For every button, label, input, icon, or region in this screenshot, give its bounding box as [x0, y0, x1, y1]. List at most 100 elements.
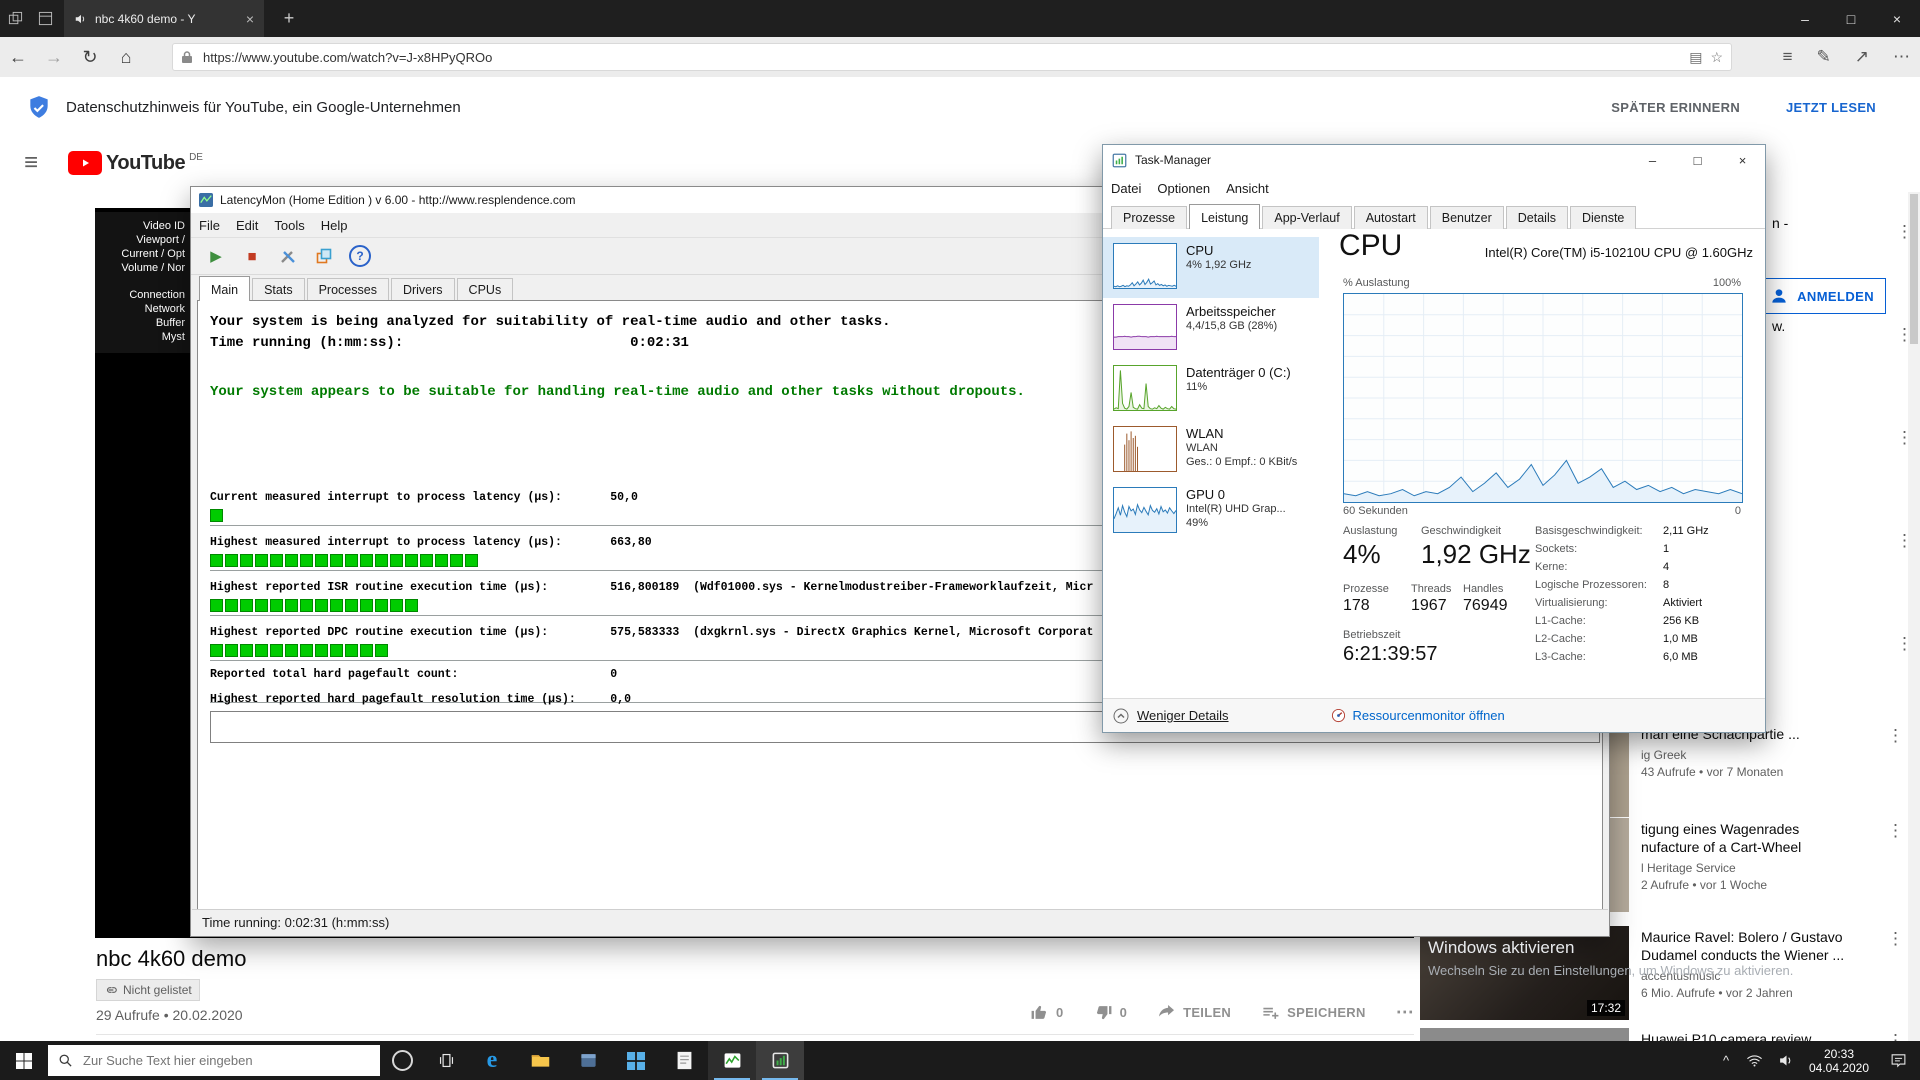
kebab-menu-icon[interactable]: ⋮ [1887, 929, 1904, 949]
youtube-region-label: DE [189, 152, 203, 163]
windows-layers-button[interactable] [311, 243, 337, 269]
latencymon-tab-cpus[interactable]: CPUs [457, 278, 514, 301]
kebab-menu-icon[interactable]: ⋮ [1896, 428, 1913, 448]
latencymon-tab-stats[interactable]: Stats [252, 278, 305, 301]
taskbar-app-app-doc[interactable] [660, 1041, 708, 1080]
latencymon-tab-drivers[interactable]: Drivers [391, 278, 455, 301]
task-manager-tab-leistung[interactable]: Leistung [1189, 204, 1260, 229]
video-thumbnail[interactable]: 17:32 [1420, 926, 1629, 1020]
refresh-icon[interactable]: ↻ [72, 47, 108, 68]
favorite-star-icon[interactable]: ☆ [1710, 49, 1723, 66]
performance-item-cpu[interactable]: CPU4% 1,92 GHz [1103, 237, 1319, 298]
new-tab-button[interactable]: + [272, 0, 306, 37]
task-manager-window[interactable]: Task-Manager – □ × DateiOptionenAnsicht … [1102, 144, 1766, 733]
tools-button[interactable] [275, 243, 301, 269]
task-view-button[interactable] [424, 1041, 468, 1080]
maximize-button[interactable]: □ [1675, 145, 1720, 175]
hamburger-menu-icon[interactable]: ≡ [24, 149, 38, 177]
kebab-menu-icon[interactable]: ⋮ [1896, 531, 1913, 551]
share-page-icon[interactable]: ↗ [1855, 47, 1869, 67]
kebab-menu-icon[interactable]: ⋮ [1896, 634, 1913, 654]
taskbar-app-task-manager[interactable] [756, 1041, 804, 1080]
forward-icon[interactable]: → [36, 47, 72, 68]
counter-value: 1967 [1411, 597, 1463, 615]
latencymon-tab-processes[interactable]: Processes [307, 278, 389, 301]
more-menu-icon[interactable]: ⋯ [1893, 47, 1910, 67]
taskbar-app-edge[interactable]: e [468, 1041, 516, 1080]
volume-icon[interactable] [1770, 1052, 1802, 1069]
kebab-menu-icon[interactable]: ⋮ [1887, 821, 1904, 841]
youtube-play-icon [68, 151, 102, 175]
url-field[interactable]: ▤ ☆ [172, 43, 1732, 71]
kebab-menu-icon[interactable]: ⋮ [1896, 222, 1913, 242]
latencymon-menu-edit[interactable]: Edit [228, 218, 266, 233]
performance-item-arbeitsspeicher[interactable]: Arbeitsspeicher4,4/15,8 GB (28%) [1103, 298, 1319, 359]
taskbar-app-explorer[interactable] [516, 1041, 564, 1080]
network-icon[interactable] [1738, 1052, 1770, 1069]
task-manager-tab-autostart[interactable]: Autostart [1354, 206, 1428, 229]
performance-item-wlan[interactable]: WLANWLANGes.: 0 Empf.: 0 KBit/s [1103, 420, 1319, 481]
reading-view-icon[interactable]: ▤ [1689, 49, 1702, 66]
taskbar-app-latencymon[interactable] [708, 1041, 756, 1080]
task-manager-tab-dienste[interactable]: Dienste [1570, 206, 1636, 229]
minimize-button[interactable]: – [1630, 145, 1675, 175]
help-button[interactable]: ? [347, 243, 373, 269]
annotate-pen-icon[interactable]: ✎ [1817, 47, 1831, 67]
more-actions-button[interactable]: ⋯ [1396, 1002, 1414, 1023]
read-now-button[interactable]: JETZT LESEN [1786, 100, 1876, 115]
cortana-button[interactable] [380, 1041, 424, 1080]
task-manager-tab-app-verlauf[interactable]: App-Verlauf [1262, 206, 1351, 229]
windows-taskbar: e ^ 20:33 04.04.2020 [0, 1041, 1920, 1080]
kebab-menu-icon[interactable]: ⋮ [1896, 325, 1913, 345]
signin-button[interactable]: ANMELDEN [1757, 278, 1886, 314]
taskbar-app-app-grid[interactable] [612, 1041, 660, 1080]
start-monitor-button[interactable]: ▶ [203, 243, 229, 269]
close-button[interactable]: × [1720, 145, 1765, 175]
taskbar-search-input[interactable] [81, 1052, 355, 1069]
performance-item-gpu-0[interactable]: GPU 0Intel(R) UHD Grap...49% [1103, 481, 1319, 542]
latencymon-tab-main[interactable]: Main [199, 276, 250, 301]
task-manager-tab-benutzer[interactable]: Benutzer [1430, 206, 1504, 229]
hub-icon[interactable]: ≡ [1783, 47, 1793, 67]
scrollbar-thumb[interactable] [1910, 194, 1918, 344]
performance-item-datentr-ger-0-c[interactable]: Datenträger 0 (C:)11% [1103, 359, 1319, 420]
hidden-icons-chevron[interactable]: ^ [1714, 1053, 1738, 1068]
resource-monitor-link[interactable]: Ressourcenmonitor öffnen [1331, 708, 1505, 723]
video-title: tigung eines Wagenrades [1641, 820, 1873, 838]
close-button[interactable]: × [1874, 0, 1920, 37]
page-scrollbar[interactable] [1908, 192, 1920, 1041]
maximize-button[interactable]: □ [1828, 0, 1874, 37]
dislike-button[interactable]: 0 [1094, 1003, 1128, 1022]
minimize-button[interactable]: – [1782, 0, 1828, 37]
task-manager-tab-details[interactable]: Details [1506, 206, 1568, 229]
start-button[interactable] [0, 1041, 48, 1080]
latencymon-menu-file[interactable]: File [191, 218, 228, 233]
taskbar-app-app-window[interactable] [564, 1041, 612, 1080]
task-manager-tab-prozesse[interactable]: Prozesse [1111, 206, 1187, 229]
back-icon[interactable]: ← [0, 47, 36, 68]
task-manager-menu-datei[interactable]: Datei [1103, 181, 1149, 196]
save-button[interactable]: SPEICHERN [1261, 1003, 1366, 1022]
task-manager-menu-ansicht[interactable]: Ansicht [1218, 181, 1277, 196]
latencymon-menu-help[interactable]: Help [313, 218, 356, 233]
like-button[interactable]: 0 [1030, 1003, 1064, 1022]
save-label: SPEICHERN [1287, 1005, 1366, 1020]
share-button[interactable]: TEILEN [1157, 1003, 1231, 1022]
stop-monitor-button[interactable]: ■ [239, 243, 265, 269]
tab-close-icon[interactable]: × [246, 11, 254, 27]
home-icon[interactable]: ⌂ [108, 47, 144, 68]
youtube-logo[interactable]: YouTube DE [68, 151, 203, 175]
kebab-menu-icon[interactable]: ⋮ [1887, 726, 1904, 746]
latencymon-menu-tools[interactable]: Tools [266, 218, 312, 233]
set-tabs-aside-icon[interactable] [30, 0, 60, 37]
task-manager-menu-optionen[interactable]: Optionen [1149, 181, 1218, 196]
fewer-details-button[interactable]: Weniger Details [1113, 708, 1229, 724]
tab-preview-icon[interactable] [0, 0, 30, 37]
taskbar-clock[interactable]: 20:33 04.04.2020 [1802, 1047, 1876, 1075]
action-center-button[interactable] [1876, 1041, 1920, 1080]
url-input[interactable] [201, 49, 1681, 66]
taskbar-search[interactable] [48, 1045, 380, 1076]
browser-tab[interactable]: nbc 4k60 demo - Y × [64, 0, 264, 37]
remind-later-button[interactable]: SPÄTER ERINNERN [1611, 100, 1740, 115]
task-manager-titlebar[interactable]: Task-Manager – □ × [1103, 145, 1765, 175]
